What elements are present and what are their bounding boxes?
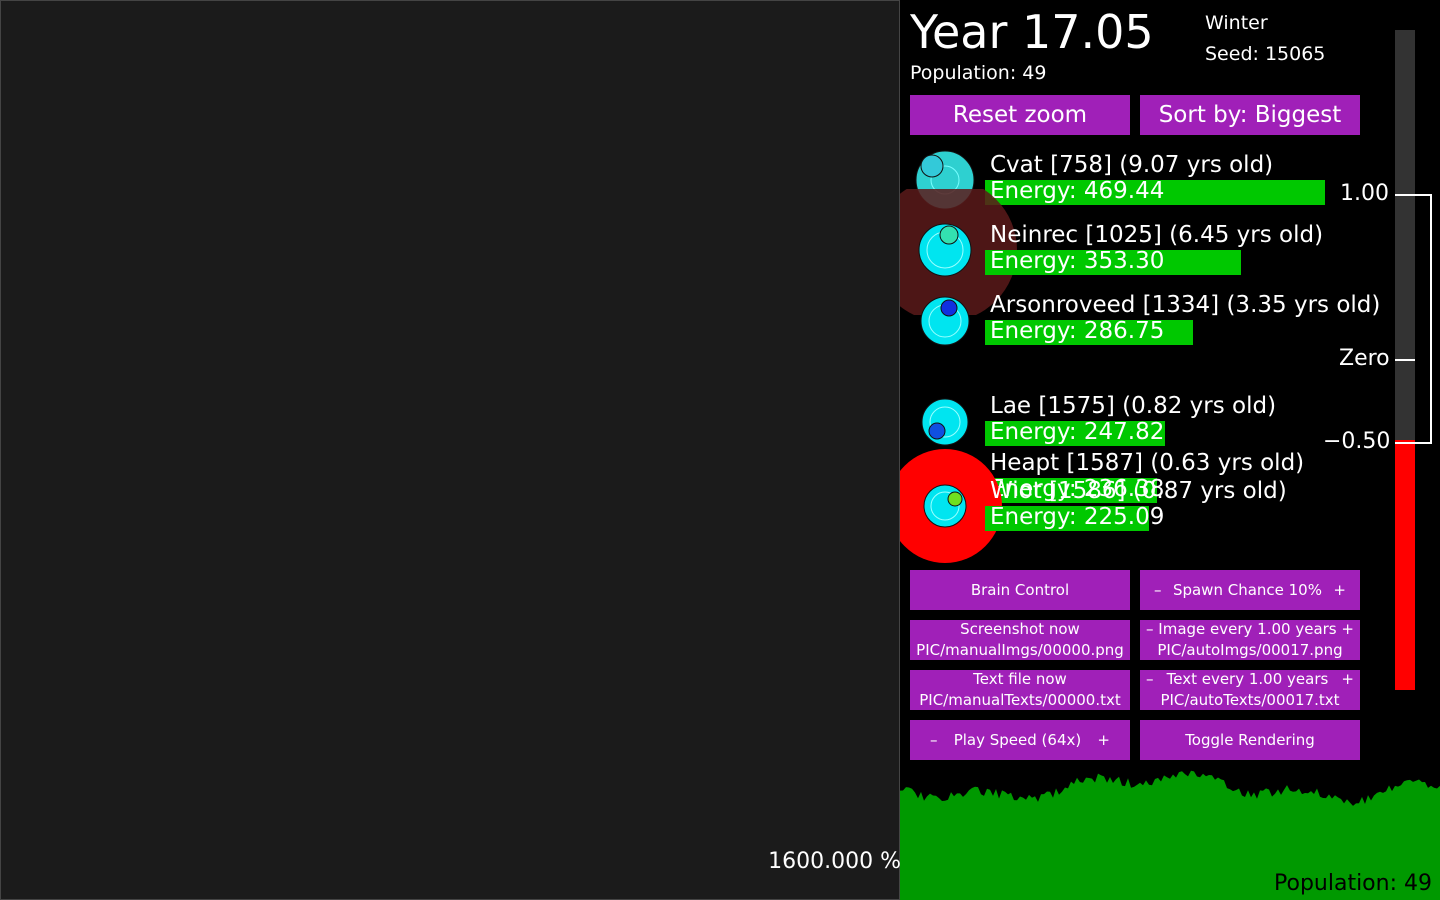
- spawn-chance-label: Spawn Chance 10%: [1172, 581, 1322, 599]
- text-every-increase[interactable]: +: [1341, 669, 1354, 690]
- creature-row[interactable]: Wiot [1586] (0.87 yrs old) Energy: 225.0…: [900, 449, 1440, 563]
- screenshot-path: PIC/manualImgs/00000.png: [916, 641, 1124, 659]
- gauge-label-bottom: −0.50: [1323, 429, 1391, 454]
- text-file-title: Text file now: [973, 670, 1067, 688]
- image-every-decrease[interactable]: –: [1146, 619, 1154, 640]
- population-graph-label: Population: 49: [1274, 871, 1432, 896]
- gauge-label-top: 1.00: [1340, 181, 1389, 206]
- spawn-chance-control: – Spawn Chance 10% +: [1140, 570, 1360, 610]
- creature-name: Wiot [1586] (0.87 yrs old): [990, 478, 1287, 504]
- play-speed-increase[interactable]: +: [1097, 720, 1110, 760]
- text-every-decrease[interactable]: –: [1146, 669, 1154, 690]
- brain-control-button[interactable]: Brain Control: [910, 570, 1130, 610]
- creature-name: Cvat [758] (9.07 yrs old): [990, 152, 1274, 178]
- gauge-tick-top: [1395, 194, 1432, 196]
- energy-gauge-fill: [1395, 440, 1415, 690]
- toggle-rendering-button[interactable]: Toggle Rendering: [1140, 720, 1360, 760]
- gauge-bracket: [1430, 194, 1432, 444]
- seed-label: Seed: 15065: [1205, 43, 1326, 65]
- creature-energy: Energy: 353.30: [990, 248, 1165, 274]
- image-every-increase[interactable]: +: [1341, 619, 1354, 640]
- text-file-path: PIC/manualTexts/00000.txt: [919, 691, 1121, 709]
- play-speed-decrease[interactable]: –: [930, 720, 938, 760]
- sort-button[interactable]: Sort by: Biggest: [1140, 95, 1360, 135]
- creature-energy: Energy: 286.75: [990, 318, 1165, 344]
- simulation-viewport[interactable]: 1600.000 %: [0, 0, 901, 900]
- play-speed-control: – Play Speed (64x) +: [910, 720, 1130, 760]
- population-count: Population: 49: [910, 62, 1047, 84]
- creature-name: Heapt [1587] (0.63 yrs old): [990, 450, 1305, 476]
- reset-zoom-button[interactable]: Reset zoom: [910, 95, 1130, 135]
- zoom-readout: 1600.000 %: [768, 849, 901, 874]
- creature-name: Lae [1575] (0.82 yrs old): [990, 393, 1277, 419]
- gauge-label-zero: Zero: [1339, 346, 1390, 371]
- spawn-chance-increase[interactable]: +: [1333, 570, 1346, 610]
- season-label: Winter: [1205, 12, 1268, 34]
- image-every-path: PIC/autoImgs/00017.png: [1157, 641, 1343, 659]
- creature-energy: Energy: 225.09: [990, 504, 1165, 530]
- text-every-label: Text every 1.00 years: [1166, 670, 1329, 688]
- screenshot-now-button[interactable]: Screenshot now PIC/manualImgs/00000.png: [910, 620, 1130, 660]
- gauge-tick-zero: [1395, 359, 1415, 361]
- creature-row[interactable]: Neinrec [1025] (6.45 yrs old) Energy: 35…: [900, 189, 1440, 315]
- creature-energy: Energy: 247.82: [990, 419, 1165, 445]
- text-file-now-button[interactable]: Text file now PIC/manualTexts/00000.txt: [910, 670, 1130, 710]
- creature-name: Neinrec [1025] (6.45 yrs old): [990, 222, 1324, 248]
- spawn-chance-decrease[interactable]: –: [1154, 570, 1162, 610]
- screenshot-title: Screenshot now: [960, 620, 1080, 638]
- text-every-path: PIC/autoTexts/00017.txt: [1160, 691, 1340, 709]
- image-every-label: Image every 1.00 years: [1158, 620, 1337, 638]
- creature-icon: [921, 398, 969, 446]
- info-panel: Year 17.05 Population: 49 Winter Seed: 1…: [900, 0, 1440, 900]
- creature-icon: [920, 296, 970, 346]
- text-every-control: – Text every 1.00 years + PIC/autoTexts/…: [1140, 670, 1360, 710]
- image-every-control: – Image every 1.00 years + PIC/autoImgs/…: [1140, 620, 1360, 660]
- gauge-tick-bottom: [1395, 442, 1432, 444]
- year-display: Year 17.05: [910, 5, 1154, 59]
- play-speed-label: Play Speed (64x): [953, 731, 1082, 749]
- creature-name: Arsonroveed [1334] (3.35 yrs old): [990, 292, 1381, 318]
